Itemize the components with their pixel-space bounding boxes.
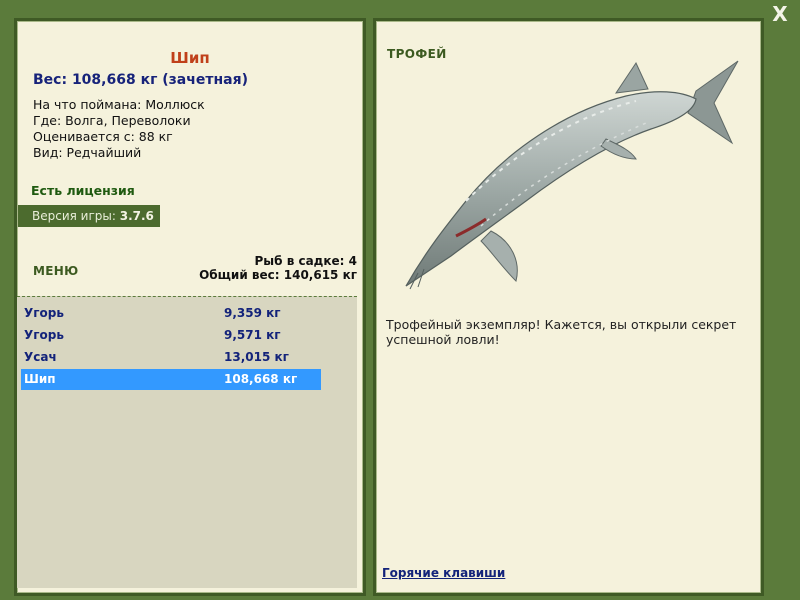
- catch-row[interactable]: Усач 13,015 кг: [21, 347, 321, 368]
- catch-name: Угорь: [24, 306, 64, 320]
- valued-from: Оценивается с: 88 кг: [33, 129, 173, 144]
- caught-on: На что поймана: Моллюск: [33, 97, 205, 112]
- creel-summary: Рыб в садке: 4 Общий вес: 140,615 кг: [199, 254, 357, 282]
- version-value: 3.7.6: [119, 209, 154, 223]
- catch-weight: 13,015 кг: [224, 350, 289, 364]
- game-window: X Шип Вес: 108,668 кг (зачетная) На что …: [0, 0, 800, 600]
- catch-row[interactable]: Угорь 9,571 кг: [21, 325, 321, 346]
- catch-name: Шип: [24, 372, 56, 386]
- trophy-panel: ТРОФЕЙ Трофейный экземпляр! Кажется, вы …: [373, 18, 764, 596]
- close-button[interactable]: X: [770, 4, 790, 24]
- fish-info-panel: Шип Вес: 108,668 кг (зачетная) На что по…: [14, 18, 366, 596]
- sturgeon-image: [405, 60, 739, 290]
- catch-weight: 9,571 кг: [224, 328, 281, 342]
- catch-name: Усач: [24, 350, 57, 364]
- creel-total-weight: Общий вес: 140,615 кг: [199, 268, 357, 282]
- hotkeys-link[interactable]: Горячие клавиши: [382, 566, 505, 580]
- catch-list: Угорь 9,359 кг Угорь 9,571 кг Усач 13,01…: [17, 296, 357, 588]
- catch-weight: 108,668 кг: [224, 372, 298, 386]
- rarity: Вид: Редчайший: [33, 145, 142, 160]
- catch-row[interactable]: Шип 108,668 кг: [21, 369, 321, 390]
- trophy-description: Трофейный экземпляр! Кажется, вы открыли…: [386, 317, 737, 347]
- license-status: Есть лицензия: [31, 183, 135, 198]
- location: Где: Волга, Переволоки: [33, 113, 191, 128]
- catch-weight: 9,359 кг: [224, 306, 281, 320]
- catch-row[interactable]: Угорь 9,359 кг: [21, 303, 321, 324]
- catch-name: Угорь: [24, 328, 64, 342]
- creel-count: Рыб в садке: 4: [254, 254, 358, 268]
- version-bar: Версия игры: 3.7.6: [18, 205, 160, 227]
- version-label: Версия игры:: [32, 209, 116, 223]
- menu-button[interactable]: МЕНЮ: [33, 264, 78, 278]
- fish-name: Шип: [170, 49, 210, 67]
- fish-weight: Вес: 108,668 кг (зачетная): [33, 72, 248, 88]
